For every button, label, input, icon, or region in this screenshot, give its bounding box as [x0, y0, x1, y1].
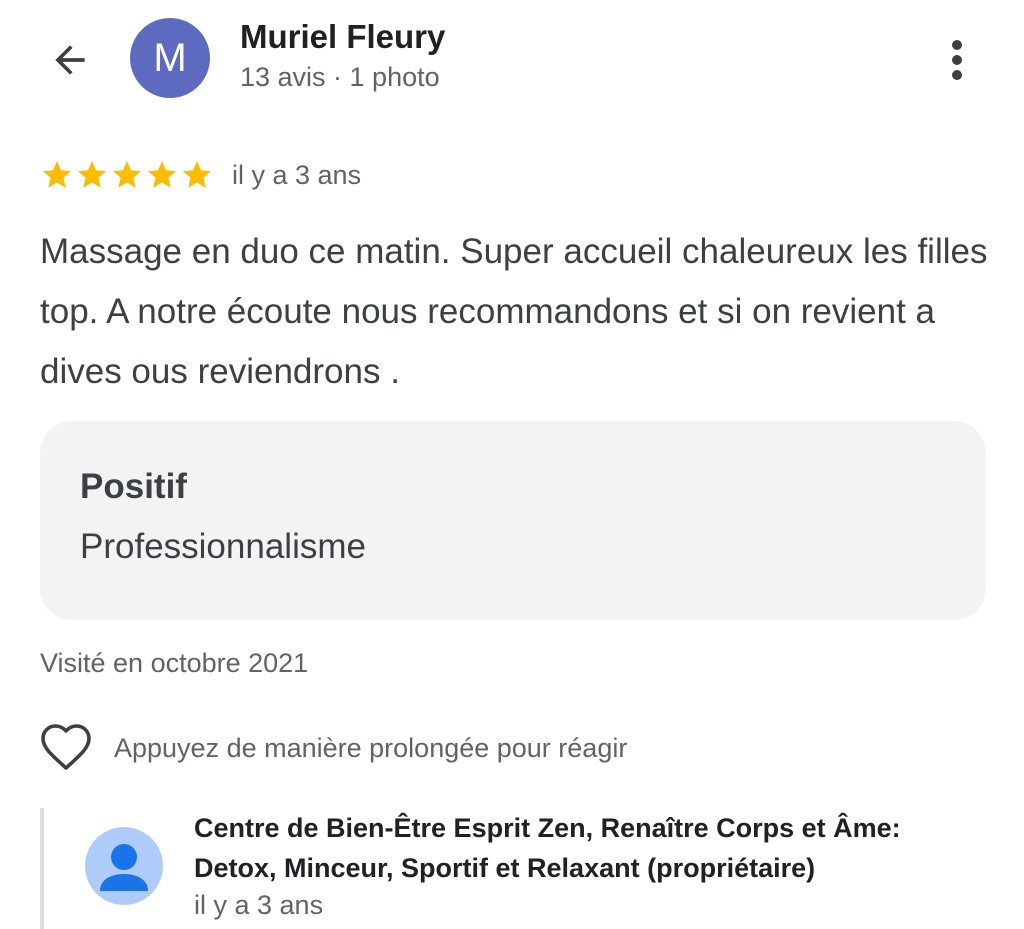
heart-outline-icon: [41, 724, 91, 770]
author-meta: 13 avis · 1 photo: [240, 62, 440, 92]
review-text: Massage en duo ce matin. Super accueil c…: [40, 232, 988, 391]
visited-date: Visité en octobre 2021: [40, 648, 309, 678]
person-icon: [100, 844, 148, 891]
star-icon: [42, 160, 72, 188]
star-rating: [40, 158, 214, 192]
owner-name: Centre de Bien-Être Esprit Zen, Renaître…: [194, 813, 901, 883]
owner-reply-time: il y a 3 ans: [194, 890, 324, 920]
positive-highlight-card: Positif Professionnalisme: [40, 421, 986, 620]
star-icon: [77, 160, 107, 188]
avatar-letter: M: [153, 35, 187, 80]
positive-title: Positif: [80, 467, 187, 506]
owner-avatar: [85, 827, 163, 905]
star-icon: [112, 160, 142, 188]
star-icon: [182, 160, 212, 188]
more-vertical-icon: [952, 40, 962, 80]
rating-row: il y a 3 ans: [40, 155, 361, 195]
positive-value: Professionnalisme: [80, 527, 366, 566]
review-detail-page: M Muriel Fleury 13 avis · 1 photo il y a…: [0, 0, 1024, 929]
react-label: Appuyez de manière prolongée pour réagir: [114, 732, 628, 763]
more-options-button[interactable]: [930, 34, 984, 86]
react-button[interactable]: Appuyez de manière prolongée pour réagir: [40, 722, 627, 774]
review-time: il y a 3 ans: [232, 159, 362, 190]
author-name[interactable]: Muriel Fleury: [240, 18, 445, 56]
star-icon: [147, 160, 177, 188]
reply-divider-bar: [40, 808, 44, 929]
author-avatar[interactable]: M: [130, 18, 210, 98]
arrow-back-icon: [55, 45, 85, 75]
back-button[interactable]: [44, 34, 96, 86]
